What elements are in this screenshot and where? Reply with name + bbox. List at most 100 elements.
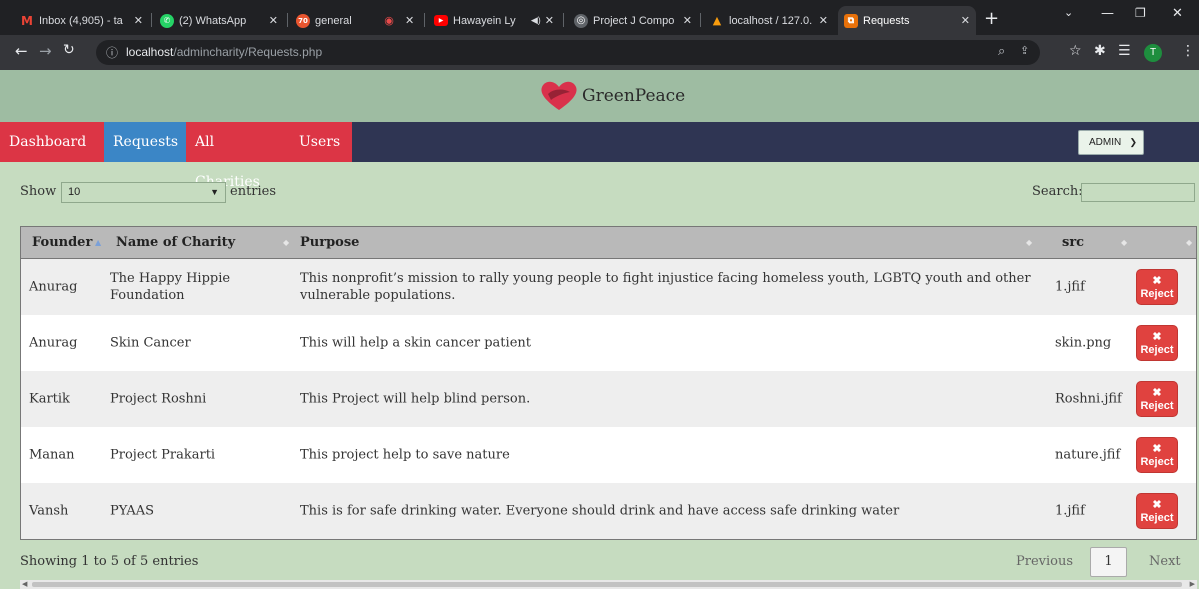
cell-charity: Project Prakarti [110, 447, 216, 463]
tab-separator [700, 13, 701, 27]
browser-tab-phpmyadmin[interactable]: ▲ localhost / 127.0. ✕ [704, 6, 834, 35]
cell-charity: PYAAS [110, 503, 155, 519]
browser-tab-record[interactable]: ◉ ✕ [376, 6, 421, 35]
profile-avatar[interactable]: T [1144, 44, 1162, 62]
forward-icon[interactable]: → [39, 42, 52, 60]
sort-icon: ◆ [1121, 238, 1128, 247]
browser-tab-whatsapp[interactable]: ✆ (2) WhatsApp ✕ [154, 6, 284, 35]
close-window-icon[interactable]: ✕ [1172, 6, 1183, 21]
nav-dashboard[interactable]: Dashboard [0, 122, 104, 162]
col-src-header[interactable]: src [1062, 227, 1084, 259]
browser-tab-project[interactable]: ◎ Project J Compo ✕ [568, 6, 698, 35]
browser-tab-title: Requests [863, 14, 910, 27]
share-icon[interactable]: ⇪ [1020, 44, 1029, 57]
nav-users[interactable]: Users [290, 122, 352, 162]
admin-dropdown[interactable]: ADMIN ❯ [1078, 130, 1144, 155]
reject-label: Reject [1140, 456, 1174, 468]
reject-button[interactable]: ✖ Reject [1136, 381, 1178, 417]
speaker-icon[interactable]: ◀) [531, 15, 541, 26]
browser-tab-general[interactable]: 70 general [290, 6, 370, 35]
cell-founder: Kartik [29, 391, 70, 407]
tab-close-icon[interactable]: ✕ [545, 14, 554, 27]
table-row: Manan Project Prakarti This project help… [21, 427, 1196, 483]
cell-src: Roshni.jfif [1055, 391, 1122, 407]
tab-separator [563, 13, 564, 27]
table-header: Founder ▲ Name of Charity ◆ Purpose ◆ sr… [21, 227, 1196, 259]
maximize-icon[interactable]: ❐ [1135, 6, 1146, 20]
reject-button[interactable]: ✖ Reject [1136, 325, 1178, 361]
pagination-previous[interactable]: Previous [1016, 554, 1073, 569]
pagination-page-1[interactable]: 1 [1090, 547, 1127, 577]
main-navbar: Dashboard Requests All Charities Users A… [0, 122, 1199, 190]
tab-separator [287, 13, 288, 27]
scroll-right-icon[interactable]: ▶ [1190, 580, 1195, 588]
col-founder-header[interactable]: Founder [32, 227, 92, 259]
cell-founder: Anurag [29, 335, 78, 351]
record-icon: ◉ [384, 14, 394, 27]
new-tab-button[interactable]: + [984, 8, 999, 29]
back-icon[interactable]: ← [15, 42, 28, 60]
tab-close-icon[interactable]: ✕ [961, 14, 970, 27]
address-bar[interactable]: ⓘ localhost/admincharity/Requests.php ⌕ … [96, 40, 1040, 65]
close-icon: ✖ [1152, 443, 1162, 455]
reject-label: Reject [1140, 288, 1174, 300]
search-input[interactable] [1081, 183, 1195, 202]
tab-close-icon[interactable]: ✕ [405, 14, 414, 27]
tab-close-icon[interactable]: ✕ [683, 14, 692, 27]
nav-requests[interactable]: Requests [104, 122, 186, 162]
reject-label: Reject [1140, 512, 1174, 524]
minimize-icon[interactable]: — [1101, 6, 1114, 21]
sort-icon: ◆ [1186, 238, 1193, 247]
table-row: Anurag Skin Cancer This will help a skin… [21, 315, 1196, 371]
cell-charity: The Happy Hippie Foundation [110, 271, 231, 303]
extensions-icon[interactable]: ✱ [1094, 43, 1106, 59]
entries-label: entries [230, 184, 277, 199]
nav-label: Users [299, 134, 341, 150]
tab-separator [424, 13, 425, 27]
whatsapp-icon: ✆ [160, 13, 174, 28]
tab-close-icon[interactable]: ✕ [269, 14, 278, 27]
cell-purpose: This project help to save nature [300, 447, 510, 463]
tab-search-icon[interactable]: ⌄ [1064, 6, 1073, 19]
reload-icon[interactable]: ↻ [63, 42, 75, 58]
heart-logo-icon [541, 81, 577, 110]
sort-asc-icon: ▲ [95, 238, 102, 247]
reject-button[interactable]: ✖ Reject [1136, 437, 1178, 473]
show-label: Show [20, 184, 57, 199]
cell-charity: Project Roshni [110, 391, 207, 407]
table-info: Showing 1 to 5 of 5 entries [20, 554, 199, 569]
reading-list-icon[interactable]: ☰ [1118, 43, 1131, 59]
col-purpose-header[interactable]: Purpose [300, 227, 359, 259]
cell-src: 1.jfif [1055, 279, 1085, 295]
browser-tab-title: Inbox (4,905) - ta [39, 14, 123, 27]
reject-button[interactable]: ✖ Reject [1136, 269, 1178, 305]
nav-all-charities[interactable]: All Charities [186, 122, 290, 190]
close-icon: ✖ [1152, 331, 1162, 343]
browser-tab-title: Hawayein Ly [453, 14, 516, 27]
gmail-icon: M [21, 13, 33, 28]
horizontal-scrollbar[interactable]: ◀ ▶ [20, 580, 1197, 589]
browser-menu-icon[interactable]: ⋮ [1181, 43, 1195, 59]
nav-label: Dashboard [9, 134, 87, 150]
scroll-left-icon[interactable]: ◀ [22, 580, 27, 588]
scrollbar-thumb[interactable] [32, 582, 1182, 587]
cell-founder: Anurag [29, 279, 78, 295]
codepen-icon: ⧉ [844, 13, 858, 28]
entries-length-select[interactable]: 10 ▼ [61, 182, 226, 203]
sort-icon: ◆ [1026, 238, 1033, 247]
table-row: Vansh PYAAS This is for safe drinking wa… [21, 483, 1196, 539]
browser-tab-title: general [315, 14, 352, 27]
browser-tab-youtube[interactable]: ▶ Hawayein Ly ◀) ✕ [428, 6, 560, 35]
col-charity-header[interactable]: Name of Charity [116, 227, 235, 259]
browser-tab-gmail[interactable]: M Inbox (4,905) - ta ✕ [14, 6, 149, 35]
site-info-icon[interactable]: ⓘ [106, 44, 118, 61]
browser-tab-requests[interactable]: ⧉ Requests ✕ [838, 6, 976, 35]
zoom-icon[interactable]: ⌕ [998, 44, 1005, 59]
cell-src: skin.png [1055, 335, 1112, 351]
bookmark-star-icon[interactable]: ☆ [1069, 43, 1082, 59]
reject-button[interactable]: ✖ Reject [1136, 493, 1178, 529]
tab-close-icon[interactable]: ✕ [134, 14, 143, 27]
tab-close-icon[interactable]: ✕ [819, 14, 828, 27]
pagination-next[interactable]: Next [1149, 554, 1181, 569]
tab-separator [151, 13, 152, 27]
